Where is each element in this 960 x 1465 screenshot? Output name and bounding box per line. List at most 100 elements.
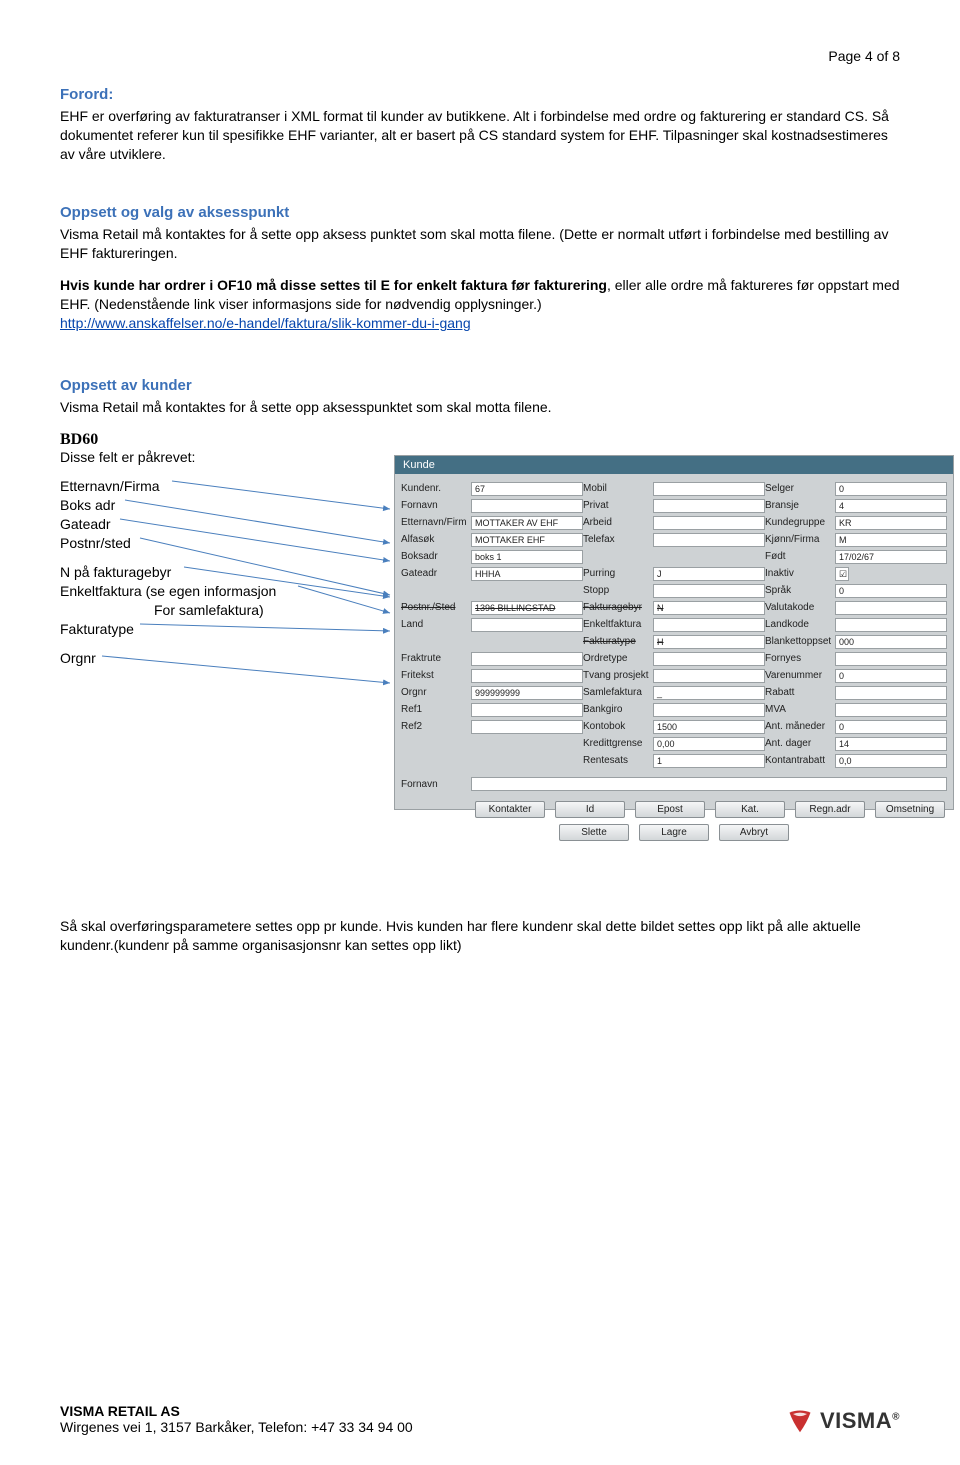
kunde-col2: MobilPrivatArbeidTelefaxPurringJStoppFak… bbox=[583, 480, 765, 769]
form-input[interactable]: KR bbox=[835, 516, 947, 530]
form-input[interactable] bbox=[471, 618, 583, 632]
form-input[interactable] bbox=[653, 482, 765, 496]
form-input[interactable]: 1396 BILLINGSTAD bbox=[471, 601, 583, 615]
form-label: Telefax bbox=[583, 534, 649, 545]
form-input[interactable]: HHHA bbox=[471, 567, 583, 581]
required-fields-list: Etternavn/Firma Boks adr Gateadr Postnr/… bbox=[60, 477, 350, 668]
form-input[interactable] bbox=[653, 618, 765, 632]
form-button[interactable]: Avbryt bbox=[719, 824, 789, 841]
form-button[interactable]: Omsetning bbox=[875, 801, 945, 818]
form-input[interactable]: 0,0 bbox=[835, 754, 947, 768]
form-label: Født bbox=[765, 551, 831, 562]
kunde-bottom-label: Fornavn bbox=[401, 779, 467, 790]
form-input[interactable]: ☑ bbox=[835, 567, 849, 581]
form-input[interactable]: MOTTAKER EHF bbox=[471, 533, 583, 547]
form-input[interactable] bbox=[835, 703, 947, 717]
field-boksadr: Boks adr bbox=[60, 496, 350, 515]
form-label: Språk bbox=[765, 585, 831, 596]
form-input[interactable]: H bbox=[653, 635, 765, 649]
form-input[interactable] bbox=[653, 516, 765, 530]
heading-forord: Forord: bbox=[60, 86, 900, 103]
form-button[interactable]: Slette bbox=[559, 824, 629, 841]
form-input[interactable] bbox=[835, 601, 947, 615]
visma-logo: VISMA® bbox=[786, 1407, 900, 1435]
form-input[interactable]: M bbox=[835, 533, 947, 547]
form-input[interactable]: 000 bbox=[835, 635, 947, 649]
form-button[interactable]: Kontakter bbox=[475, 801, 545, 818]
form-label: Valutakode bbox=[765, 602, 831, 613]
form-input[interactable]: J bbox=[653, 567, 765, 581]
form-label: Kontobok bbox=[583, 721, 649, 732]
form-label: Kundenr. bbox=[401, 483, 467, 494]
field-enkeltfaktura-a: Enkeltfaktura (se egen informasjon bbox=[60, 582, 350, 601]
form-input[interactable]: 999999999 bbox=[471, 686, 583, 700]
form-input[interactable] bbox=[471, 499, 583, 513]
form-input[interactable] bbox=[835, 686, 947, 700]
aksesspunkt-p2: Hvis kunde har ordrer i OF10 må disse se… bbox=[60, 276, 900, 333]
kunde-col3: Selger0Bransje4KundegruppeKRKjønn/FirmaM… bbox=[765, 480, 947, 769]
form-input[interactable]: 17/02/67 bbox=[835, 550, 947, 564]
form-input[interactable]: 67 bbox=[471, 482, 583, 496]
form-input[interactable]: 0,00 bbox=[653, 737, 765, 751]
form-input[interactable]: 1500 bbox=[653, 720, 765, 734]
kunde-buttons-row2: Slette Lagre Avbryt bbox=[395, 820, 953, 843]
form-label: Privat bbox=[583, 500, 649, 511]
form-label: Blankettoppsett bbox=[765, 636, 831, 647]
page-footer: VISMA RETAIL AS Wirgenes vei 1, 3157 Bar… bbox=[60, 1403, 900, 1435]
form-input[interactable]: N bbox=[653, 601, 765, 615]
form-input[interactable]: 0 bbox=[835, 584, 947, 598]
form-label: Samlefaktura bbox=[583, 687, 649, 698]
form-input[interactable]: boks 1 bbox=[471, 550, 583, 564]
kunde-bottom-input[interactable] bbox=[471, 777, 947, 791]
form-input[interactable] bbox=[471, 720, 583, 734]
form-button[interactable]: Id bbox=[555, 801, 625, 818]
aksesspunkt-link[interactable]: http://www.anskaffelser.no/e-handel/fakt… bbox=[60, 315, 471, 331]
form-label: Fornavn bbox=[401, 500, 467, 511]
form-label: Etternavn/Firma bbox=[401, 517, 467, 528]
form-label: Fraktrute bbox=[401, 653, 467, 664]
form-input[interactable] bbox=[835, 618, 947, 632]
form-label: Kundegruppe bbox=[765, 517, 831, 528]
form-input[interactable] bbox=[653, 584, 765, 598]
visma-logo-text: VISMA® bbox=[820, 1408, 900, 1434]
form-label: Bankgiro bbox=[583, 704, 649, 715]
form-input[interactable]: 14 bbox=[835, 737, 947, 751]
form-input[interactable] bbox=[471, 703, 583, 717]
form-input[interactable]: _ bbox=[653, 686, 765, 700]
visma-logo-icon bbox=[786, 1407, 814, 1435]
form-input[interactable] bbox=[653, 703, 765, 717]
form-input[interactable] bbox=[835, 652, 947, 666]
form-input[interactable]: 0 bbox=[835, 669, 947, 683]
bottom-paragraph: Så skal overføringsparametere settes opp… bbox=[60, 917, 900, 955]
form-label: Landkode bbox=[765, 619, 831, 630]
form-button[interactable]: Regn.adr bbox=[795, 801, 865, 818]
heading-kunder: Oppsett av kunder bbox=[60, 377, 900, 394]
form-label: Purring bbox=[583, 568, 649, 579]
footer-address: Wirgenes vei 1, 3157 Barkåker, Telefon: … bbox=[60, 1419, 413, 1435]
form-input[interactable]: 0 bbox=[835, 720, 947, 734]
form-input[interactable]: 0 bbox=[835, 482, 947, 496]
form-button[interactable]: Kat. bbox=[715, 801, 785, 818]
form-input[interactable] bbox=[653, 533, 765, 547]
form-label: Land bbox=[401, 619, 467, 630]
form-label: Fornyes bbox=[765, 653, 831, 664]
kunde-col1: Kundenr. 67 Fornavn Etternavn/Firma MOTTAKER… bbox=[401, 480, 583, 769]
form-label: Boksadr bbox=[401, 551, 467, 562]
form-input[interactable]: MOTTAKER AV EHF bbox=[471, 516, 583, 530]
page-number: Page 4 of 8 bbox=[60, 48, 900, 64]
form-label: Gateadr bbox=[401, 568, 467, 579]
form-input[interactable]: 1 bbox=[653, 754, 765, 768]
form-input[interactable] bbox=[471, 652, 583, 666]
form-input[interactable] bbox=[653, 669, 765, 683]
form-input[interactable] bbox=[653, 499, 765, 513]
form-input[interactable]: 4 bbox=[835, 499, 947, 513]
form-input[interactable] bbox=[653, 652, 765, 666]
form-button[interactable]: Epost bbox=[635, 801, 705, 818]
form-input[interactable] bbox=[471, 669, 583, 683]
form-button[interactable]: Lagre bbox=[639, 824, 709, 841]
form-label: Fakturatype bbox=[583, 636, 649, 647]
form-label: Fritekst bbox=[401, 670, 467, 681]
form-label: Kontantrabatt bbox=[765, 755, 831, 766]
form-label: Postnr./Sted bbox=[401, 602, 467, 613]
form-label: Tvang prosjekt bbox=[583, 670, 649, 681]
